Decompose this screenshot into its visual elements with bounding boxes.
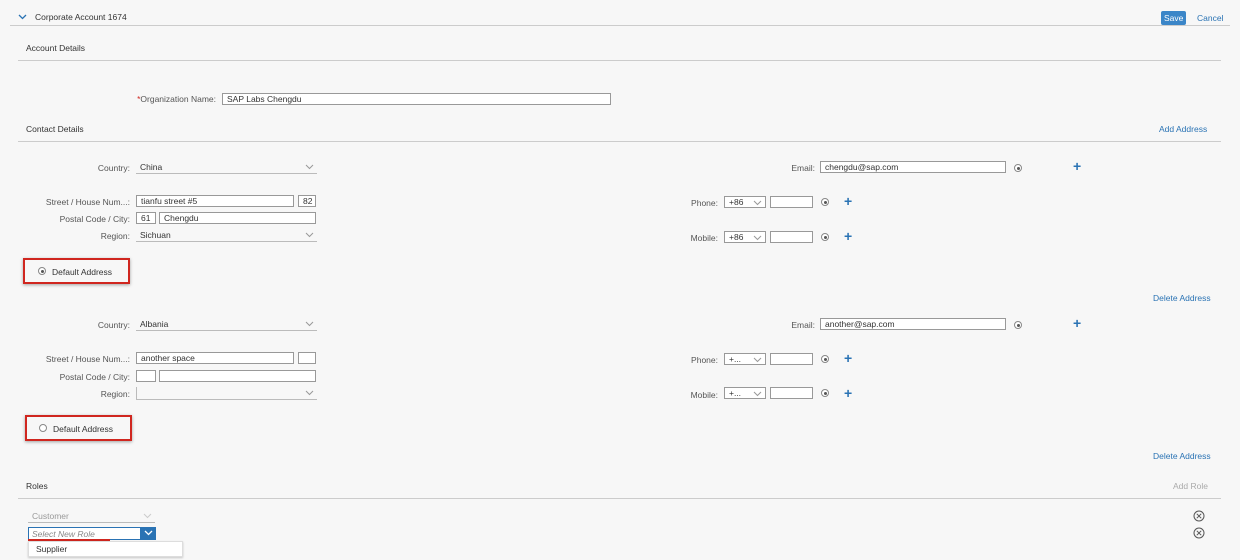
existing-role-value: Customer: [32, 511, 69, 521]
org-name-label-text: Organization Name:: [140, 94, 216, 104]
region-value: Sichuan: [140, 230, 171, 240]
add-role-link[interactable]: Add Role: [1173, 481, 1208, 491]
postal-city-label: Postal Code / City:: [59, 372, 130, 382]
mobile-number-input[interactable]: [770, 231, 813, 243]
dropdown-toggle[interactable]: [140, 527, 156, 540]
phone-code-select[interactable]: +...: [724, 353, 766, 365]
contact-details-title: Contact Details: [26, 124, 84, 134]
existing-role-select[interactable]: Customer: [28, 510, 155, 523]
page-title: Corporate Account 1674: [35, 12, 127, 22]
mobile-label: Mobile:: [690, 390, 718, 400]
email-default-radio[interactable]: [1014, 164, 1022, 172]
phone-code-select[interactable]: +86: [724, 196, 766, 208]
remove-role-icon[interactable]: [1193, 527, 1205, 539]
default-address-radio[interactable]: [39, 424, 47, 432]
country-select[interactable]: Albania: [136, 318, 317, 331]
street-input[interactable]: tianfu street #5: [136, 195, 294, 207]
account-details-title: Account Details: [26, 43, 86, 53]
mobile-number-input[interactable]: [770, 387, 813, 399]
region-label: Region:: [100, 231, 130, 241]
phone-default-radio[interactable]: [821, 198, 829, 206]
phone-label: Phone:: [691, 198, 718, 208]
default-address-label: Default Address: [52, 267, 113, 277]
email-default-radio[interactable]: [1014, 321, 1022, 329]
postal-code-input[interactable]: 61: [136, 212, 156, 224]
chevron-down-icon: [143, 513, 152, 519]
remove-role-icon[interactable]: [1193, 510, 1205, 522]
postal-city-label: Postal Code / City:: [59, 214, 130, 224]
contact-divider: [18, 141, 1221, 142]
chevron-down-icon: [305, 321, 314, 327]
delete-address-link[interactable]: Delete Address: [1153, 451, 1211, 461]
chevron-down-icon: [753, 235, 762, 241]
phone-number-input[interactable]: [770, 353, 813, 365]
street-label: Street / House Num...:: [45, 197, 130, 207]
account-divider: [18, 60, 1221, 61]
add-mobile-plus-icon[interactable]: +: [844, 386, 852, 400]
country-select[interactable]: China: [136, 161, 317, 174]
email-input[interactable]: another@sap.com: [820, 318, 1006, 330]
new-role-placeholder: Select New Role: [32, 529, 95, 539]
mobile-code-value: +86: [729, 232, 744, 242]
add-mobile-plus-icon[interactable]: +: [844, 229, 852, 243]
mobile-code-select[interactable]: +86: [724, 231, 766, 243]
email-label: Email:: [791, 163, 815, 173]
postal-code-input[interactable]: [136, 370, 156, 382]
chevron-down-icon: [305, 390, 314, 396]
default-address-label: Default Address: [53, 424, 114, 434]
street-input[interactable]: another space: [136, 352, 294, 364]
mobile-default-radio[interactable]: [821, 389, 829, 397]
roles-title: Roles: [26, 481, 48, 491]
region-select[interactable]: Sichuan: [136, 229, 317, 242]
phone-default-radio[interactable]: [821, 355, 829, 363]
save-button[interactable]: Save: [1161, 11, 1187, 25]
region-label: Region:: [100, 389, 130, 399]
phone-number-input[interactable]: [770, 196, 813, 208]
chevron-down-icon: [305, 164, 314, 170]
org-name-label: *Organization Name:: [120, 93, 216, 105]
street-label: Street / House Num...:: [45, 354, 130, 364]
add-email-plus-icon[interactable]: +: [1073, 316, 1081, 330]
chevron-down-icon: [753, 391, 762, 397]
add-email-plus-icon[interactable]: +: [1073, 159, 1081, 173]
roles-divider: [18, 498, 1221, 499]
header-divider: [10, 25, 1230, 26]
dropdown-option[interactable]: Supplier: [36, 544, 67, 554]
country-value: Albania: [140, 319, 169, 329]
phone-code-value: +86: [729, 197, 744, 207]
country-label: Country:: [97, 163, 130, 173]
country-value: China: [140, 162, 163, 172]
country-label: Country:: [97, 320, 130, 330]
mobile-code-select[interactable]: +...: [724, 387, 766, 399]
chevron-down-icon[interactable]: [18, 13, 27, 21]
chevron-down-icon: [305, 232, 314, 238]
house-number-input[interactable]: [298, 352, 316, 364]
cancel-button[interactable]: Cancel: [1197, 13, 1223, 23]
delete-address-link[interactable]: Delete Address: [1153, 293, 1211, 303]
add-address-link[interactable]: Add Address: [1159, 124, 1207, 134]
mobile-code-value: +...: [729, 388, 742, 398]
house-number-input[interactable]: 82: [298, 195, 316, 207]
org-name-input[interactable]: SAP Labs Chengdu: [222, 93, 611, 105]
default-address-radio[interactable]: [38, 267, 46, 275]
phone-label: Phone:: [691, 355, 718, 365]
mobile-label: Mobile:: [690, 233, 718, 243]
email-input[interactable]: chengdu@sap.com: [820, 161, 1006, 173]
chevron-down-icon: [753, 200, 762, 206]
chevron-down-icon: [753, 357, 762, 363]
add-phone-plus-icon[interactable]: +: [844, 194, 852, 208]
city-input[interactable]: [159, 370, 316, 382]
chevron-down-icon: [144, 530, 153, 536]
email-label: Email:: [791, 320, 815, 330]
region-select[interactable]: [136, 387, 317, 400]
city-input[interactable]: Chengdu: [159, 212, 316, 224]
mobile-default-radio[interactable]: [821, 233, 829, 241]
phone-code-value: +...: [729, 354, 742, 364]
add-phone-plus-icon[interactable]: +: [844, 351, 852, 365]
role-dropdown-list: Supplier: [28, 541, 183, 557]
